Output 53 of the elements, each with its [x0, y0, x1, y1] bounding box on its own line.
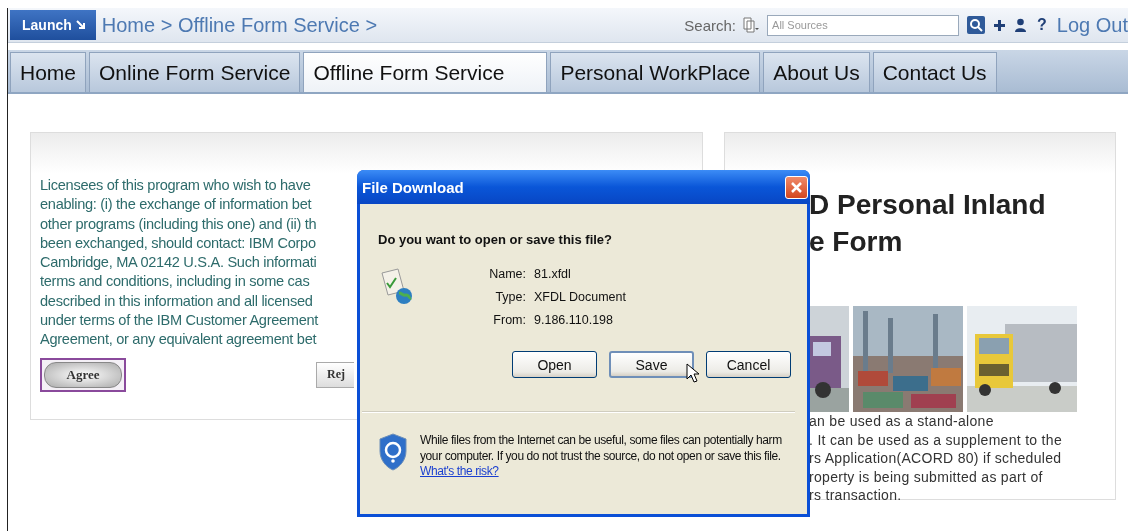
search-button[interactable] — [967, 16, 986, 34]
detail-value: XFDL Document — [534, 290, 626, 304]
dialog-button[interactable]: Cancel — [706, 351, 791, 378]
help-button[interactable]: ? — [1037, 16, 1047, 34]
form-title: e Form — [809, 225, 904, 259]
form-description: an be used as a stand-alone — [809, 412, 995, 431]
detail-label: Name: — [488, 267, 526, 281]
launch-button[interactable]: Launch — [10, 10, 96, 40]
breadcrumb: Home > Offline Form Service > — [101, 13, 378, 37]
arrow-icon — [75, 20, 86, 30]
form-description: . It can be used as a supplement to the — [809, 430, 1063, 449]
nav-tab[interactable]: About Us — [763, 52, 870, 92]
risk-link[interactable]: What's the risk? — [420, 464, 499, 478]
close-icon — [790, 180, 803, 194]
form-title: D Personal Inland — [809, 188, 1047, 222]
nav-tab[interactable]: Contact Us — [872, 52, 997, 92]
license-text: terms and conditions, including in some cas — [40, 272, 310, 292]
license-text: been exchanged, should contact: IBM Corpo — [40, 233, 316, 253]
search-label: Search: — [684, 16, 737, 34]
license-text: Licensees of this program who wish to have — [40, 176, 311, 195]
document-globe-icon — [378, 267, 414, 305]
dialog-title: File Download — [362, 178, 464, 196]
license-text: other programs (including this one) and (ii) th — [40, 214, 317, 234]
search-field[interactable]: All Sources — [767, 14, 960, 36]
license-text: described in this information and all licensed — [40, 291, 313, 311]
license-text: Agreement, or any equivalent agreement bet — [40, 330, 317, 350]
dialog-question: Do you want to open or save this file? — [378, 232, 614, 247]
nav-tab[interactable]: Online Form Service — [89, 52, 301, 92]
license-text: Cambridge, MA 02142 U.S.A. Such informati — [40, 253, 317, 273]
shield-icon — [378, 433, 408, 471]
plus-icon[interactable] — [993, 18, 1007, 32]
form-description: roperty is being submitted as part of — [809, 467, 1044, 486]
detail-value: 81.xfdl — [534, 267, 572, 281]
warning-text: While files from the Internet can be useful, some files can potentially harm your computer. If you do not trust the source, do not open or save this file. What's the risk? — [420, 433, 782, 480]
logout-link[interactable]: Log Out — [1056, 13, 1128, 37]
detail-value: 9.186.110.198 — [534, 313, 614, 327]
person-icon[interactable] — [1014, 18, 1028, 32]
agree-button[interactable]: Agree — [40, 357, 126, 392]
nav-tab[interactable]: Personal WorkPlace — [550, 52, 761, 92]
close-button[interactable] — [785, 175, 808, 199]
detail-label: From: — [492, 313, 526, 327]
dialog-button[interactable]: Save — [609, 351, 694, 378]
detail-label: Type: — [494, 290, 526, 304]
license-text: enabling: (i) the exchange of information bet — [40, 195, 312, 215]
document-icon[interactable] — [742, 17, 760, 33]
dialog-button[interactable]: Open — [512, 351, 597, 378]
form-description: rs transaction. — [809, 486, 903, 505]
nav-tab[interactable]: Offline Form Service — [303, 52, 548, 92]
nav-tab[interactable]: Home — [10, 52, 87, 92]
license-text: under terms of the IBM Customer Agreement — [40, 311, 319, 331]
form-description: rs Application(ACORD 80) if scheduled — [809, 449, 1063, 468]
cursor-icon — [686, 363, 700, 383]
reject-button[interactable]: Rej — [316, 361, 354, 388]
